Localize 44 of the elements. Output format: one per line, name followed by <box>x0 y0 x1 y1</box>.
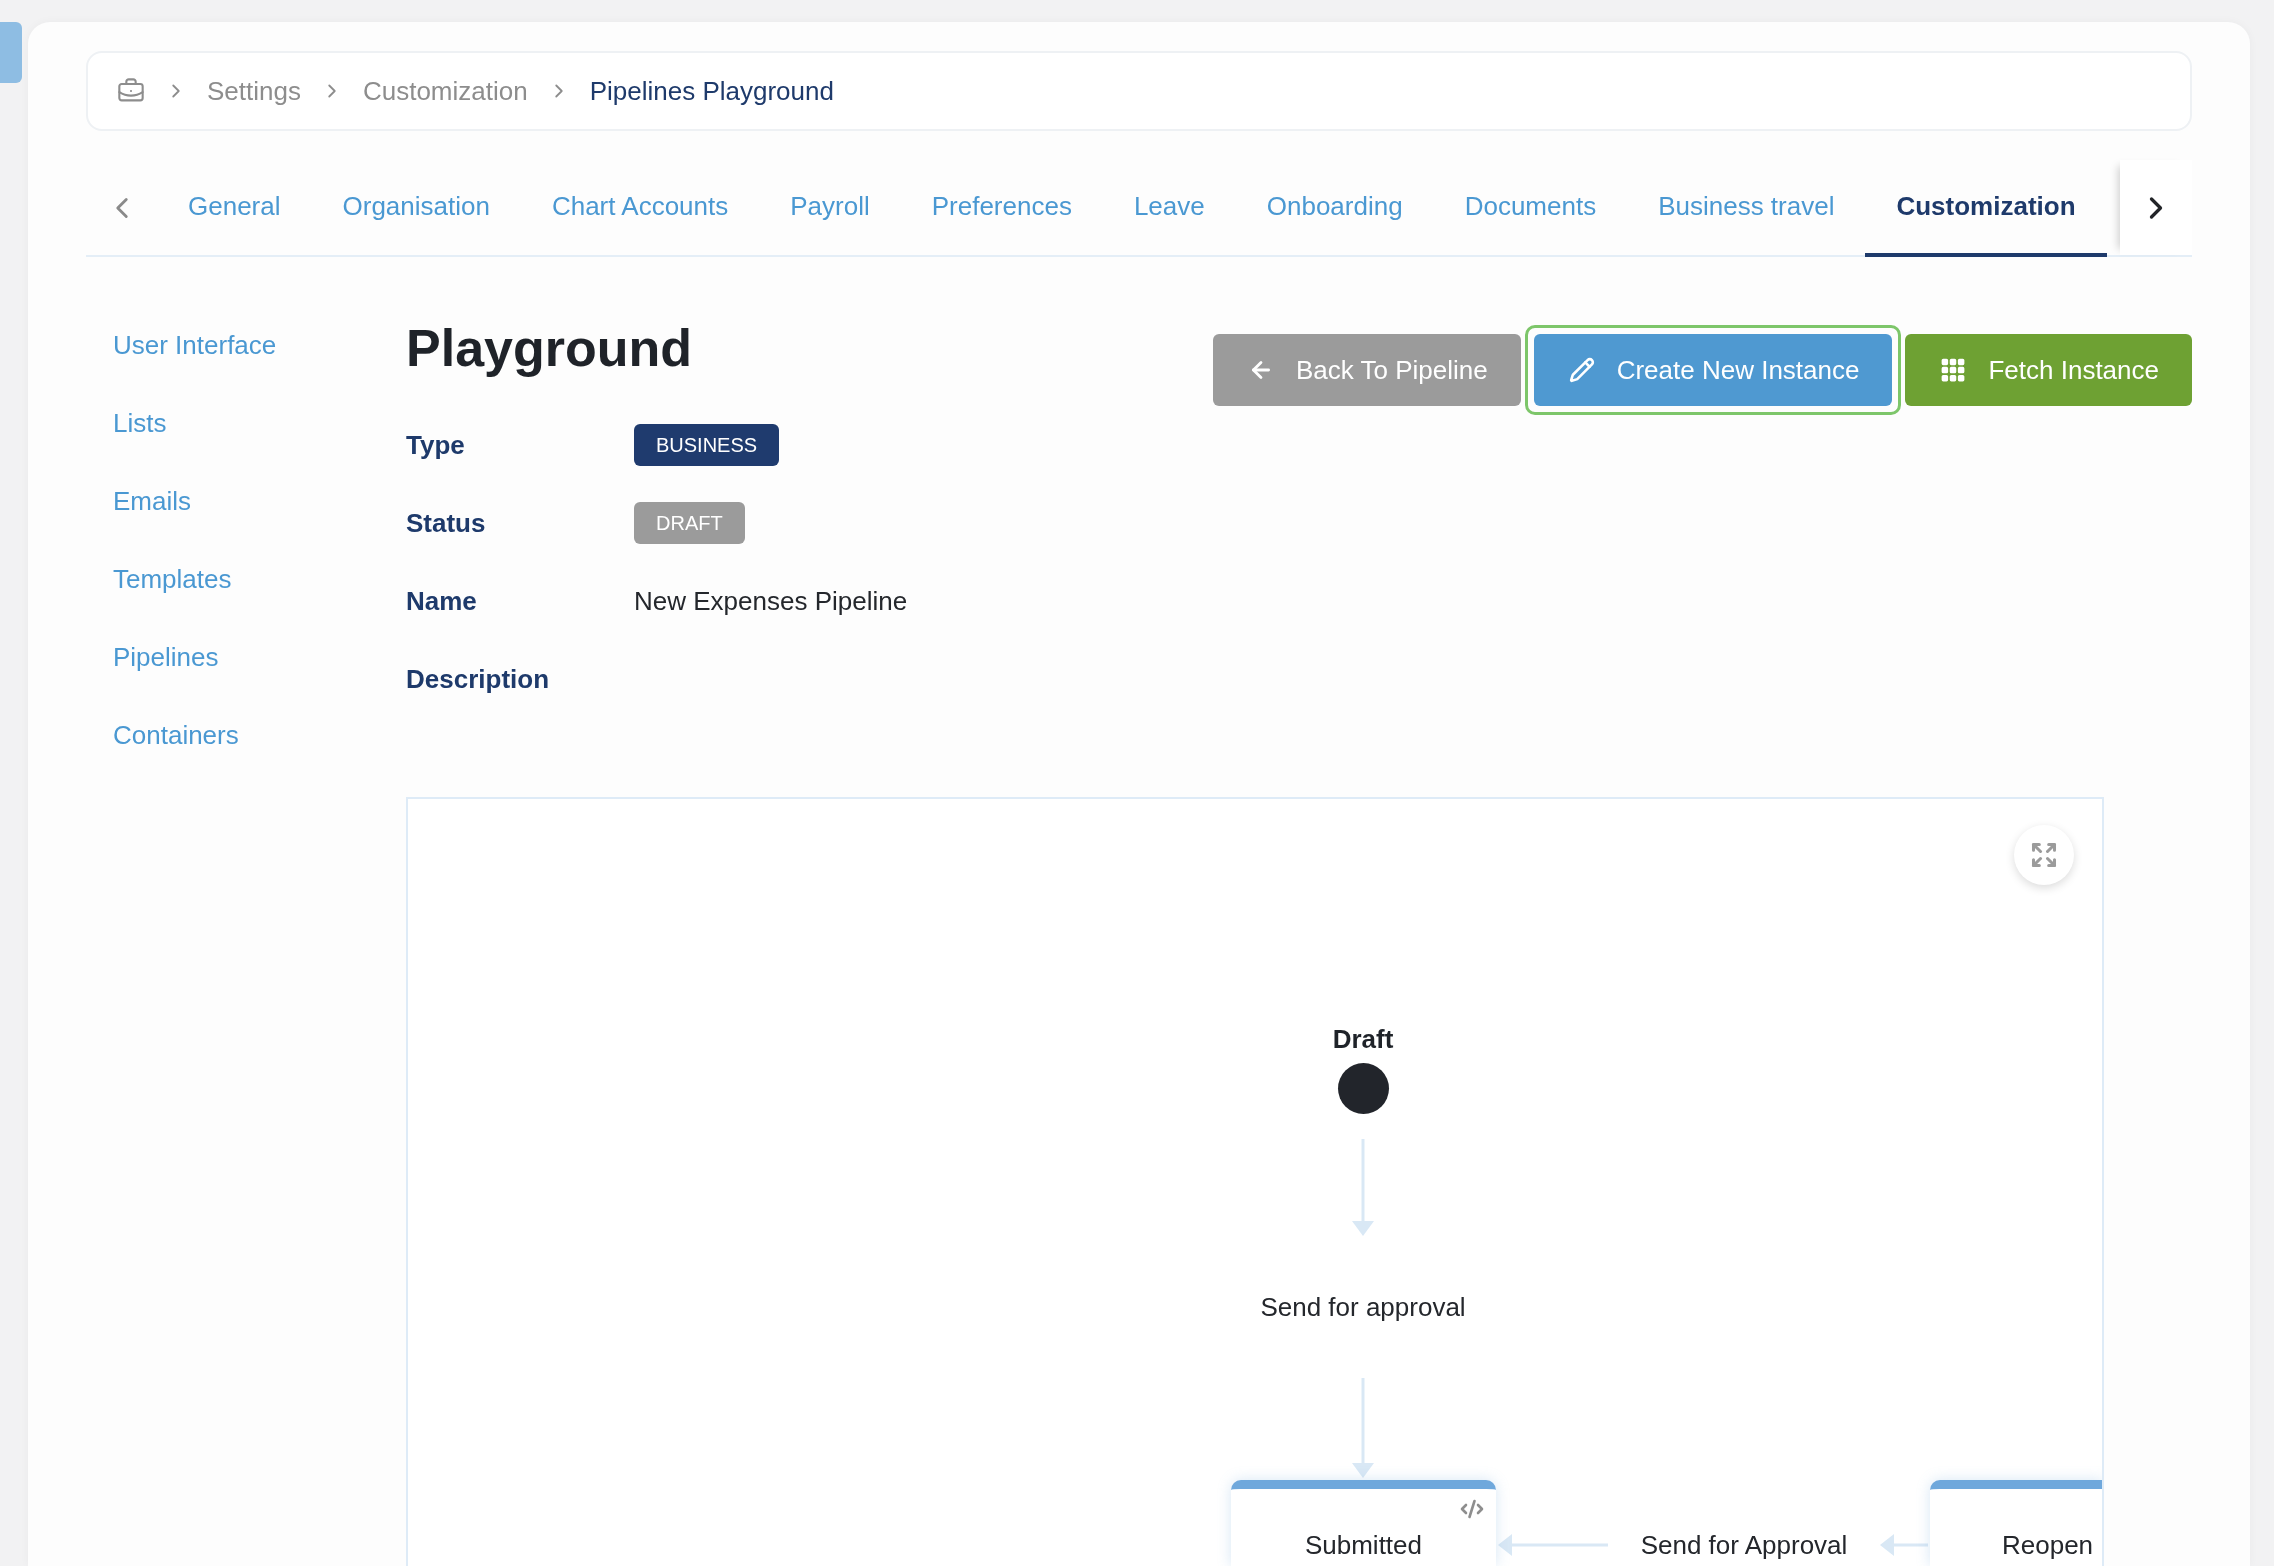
sidebar-link[interactable]: User Interface <box>113 329 277 361</box>
field-label: Status <box>406 506 487 540</box>
expand-icon <box>2030 841 2058 869</box>
field-label: Name <box>406 584 478 618</box>
field-label: Type <box>406 428 466 462</box>
state-label: Submitted <box>1304 1530 1423 1560</box>
value-badge: BUSINESS <box>634 424 780 466</box>
settings-tab[interactable]: Documents <box>1433 160 1628 257</box>
settings-tab[interactable]: Payroll <box>759 160 901 257</box>
state-label: Reopen <box>2002 1530 2094 1560</box>
sidebar-link[interactable]: Containers <box>113 719 239 751</box>
breadcrumb-current: Pipelines Playground <box>589 75 834 107</box>
settings-tab[interactable]: Preferences <box>900 160 1103 257</box>
sidebar-link[interactable]: Templates <box>113 563 232 595</box>
action-button[interactable]: Back To Pipeline <box>1212 334 1521 406</box>
settings-tab[interactable]: Business travel <box>1627 160 1866 257</box>
settings-tab[interactable]: Onboarding <box>1235 160 1434 257</box>
settings-tab[interactable]: General <box>157 160 312 257</box>
sidebar-link[interactable]: Pipelines <box>113 641 219 673</box>
action-button[interactable]: Fetch Instance <box>1905 334 2192 406</box>
settings-tab[interactable]: Customization <box>1865 160 2107 257</box>
transition-label: Send for Approval <box>1640 1530 1848 1560</box>
sidebar-link[interactable]: Lists <box>113 407 167 439</box>
start-label: Draft <box>1332 1024 1394 1054</box>
pencil-icon <box>1568 357 1595 383</box>
settings-tab[interactable]: Leave <box>1102 160 1236 257</box>
fullscreen-button[interactable] <box>2014 825 2074 885</box>
breadcrumb-link[interactable]: Customization <box>362 75 528 107</box>
start-node <box>1338 1063 1389 1114</box>
settings-tab[interactable]: Organisation <box>311 160 521 257</box>
breadcrumb-link[interactable]: Settings <box>207 75 301 107</box>
page-title: Playground <box>406 318 693 378</box>
state-node[interactable]: Reopen <box>1930 1480 2102 1566</box>
value-badge: DRAFT <box>634 502 745 544</box>
field-label: Description <box>406 662 551 696</box>
state-node[interactable]: Submitted <box>1231 1480 1496 1566</box>
transition-label: Send for approval <box>1260 1292 1466 1322</box>
field-value: New Expenses Pipeline <box>634 584 908 618</box>
code-icon[interactable] <box>1458 1497 1486 1521</box>
settings-tab[interactable]: Chart Accounts <box>520 160 760 257</box>
action-button[interactable]: Create New Instance <box>1533 334 1893 406</box>
grid-icon <box>1940 357 1967 383</box>
connector-arrow <box>1880 1534 1928 1556</box>
sidebar-link[interactable]: Emails <box>113 485 191 517</box>
